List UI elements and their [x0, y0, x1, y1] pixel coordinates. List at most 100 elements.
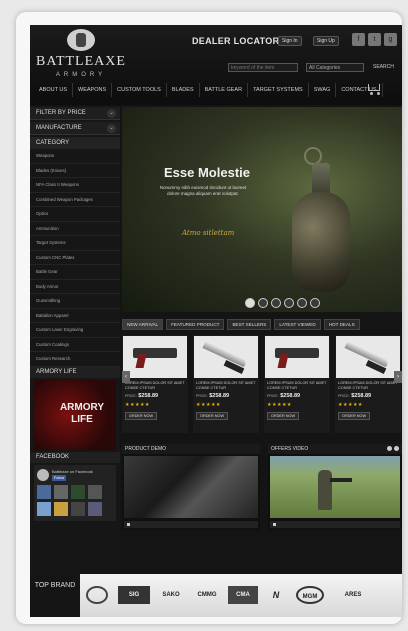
facebook-page-name[interactable]: Battleaxe on Facebook — [52, 469, 93, 474]
facebook-fan-avatar[interactable] — [54, 501, 68, 516]
product-price: PRICE: $258.89 — [267, 393, 300, 399]
nav-item-blades[interactable]: BLADES — [167, 83, 200, 97]
facebook-fan-avatar[interactable] — [71, 501, 85, 516]
slider-dot[interactable] — [271, 298, 281, 308]
category-item-research[interactable]: Custom Research — [30, 352, 120, 367]
pager-dot[interactable] — [387, 446, 392, 451]
search-input[interactable] — [228, 63, 298, 72]
grenade-body — [292, 192, 350, 292]
facebook-fan-avatar[interactable] — [71, 484, 85, 499]
brand-logo-1[interactable] — [86, 586, 108, 604]
brand-logo-cma[interactable]: CMA — [228, 586, 258, 604]
product-price: PRICE: $258.89 — [125, 393, 158, 399]
order-now-button[interactable]: ORDER NOW — [267, 412, 300, 420]
facebook-fan-avatar[interactable] — [54, 484, 68, 499]
nav-item-custom-tools[interactable]: CUSTOM TOOLS — [112, 83, 167, 97]
slider-dot[interactable] — [284, 298, 294, 308]
top-brands-bar: TOP BRAND SIG SAKO CMMG CMA N MGM ARES — [30, 574, 402, 617]
tab-latest-viewed[interactable]: LATEST VIEWED — [274, 319, 321, 330]
facebook-fan-avatar[interactable] — [37, 501, 51, 516]
tab-best-sellers[interactable]: BEST SELLERS — [227, 319, 272, 330]
brand-logo-sako[interactable]: SAKO — [158, 586, 184, 604]
nav-item-battle-gear[interactable]: BATTLE GEAR — [200, 83, 249, 97]
category-item-nfa[interactable]: NFA Class II Weapons — [30, 178, 120, 193]
video-controls[interactable] — [270, 521, 400, 528]
armory-life-banner[interactable]: ARMORY LIFE — [34, 379, 116, 450]
logo[interactable]: BATTLEAXE ARMORY — [36, 29, 126, 83]
nav-item-swag[interactable]: SWAG — [309, 83, 337, 97]
category-item-cnc-plates[interactable]: Custom CNC Plates — [30, 251, 120, 265]
category-item-body-armor[interactable]: Body Armor — [30, 280, 120, 294]
filter-manufacturer[interactable]: MANUFACTURE ⌄ — [30, 122, 120, 135]
product-card[interactable]: LOREM IPSUM DOLOR SIT AMET CONSE CTETUR … — [122, 335, 188, 433]
product-card[interactable]: LOREM IPSUM DOLOR SIT AMET CONSE CTETUR … — [335, 335, 401, 433]
product-name[interactable]: LOREM IPSUM DOLOR SIT AMET CONSE CTETUR — [267, 381, 329, 391]
brand-logo-ares[interactable]: ARES — [336, 586, 370, 604]
tab-hot-deals[interactable]: HOT DEALS — [323, 319, 360, 330]
facebook-fan-avatar[interactable] — [88, 484, 102, 499]
carousel-prev-arrow-icon[interactable]: ‹ — [122, 371, 130, 383]
category-item-apparel[interactable]: Battalion Apparel — [30, 309, 120, 323]
product-image[interactable] — [194, 336, 258, 378]
product-carousel: LOREM IPSUM DOLOR SIT AMET CONSE CTETUR … — [122, 335, 402, 433]
category-item-ammunition[interactable]: Ammunition — [30, 222, 120, 236]
pistol-grip — [135, 354, 147, 368]
hero-slider[interactable]: Esse Molestie Nonummy nibh euismod tinci… — [122, 107, 402, 312]
cart-icon[interactable] — [366, 81, 384, 95]
facebook-fan-avatar[interactable] — [37, 484, 51, 499]
product-card[interactable]: LOREM IPSUM DOLOR SIT AMET CONSE CTETUR … — [193, 335, 259, 433]
slider-dot[interactable] — [245, 298, 255, 308]
filter-by-price-label: FILTER BY PRICE — [36, 110, 86, 116]
order-now-button[interactable]: ORDER NOW — [125, 412, 158, 420]
brand-logo-n[interactable]: N — [266, 586, 286, 604]
twitter-icon[interactable]: t — [368, 33, 381, 46]
slider-dot[interactable] — [258, 298, 268, 308]
category-item-optics[interactable]: Optics — [30, 207, 120, 222]
order-now-button[interactable]: ORDER NOW — [196, 412, 229, 420]
product-name[interactable]: LOREM IPSUM DOLOR SIT AMET CONSE CTETUR — [125, 381, 187, 391]
tab-featured-product[interactable]: FEATURED PRODUCT — [166, 319, 225, 330]
nav-item-about-us[interactable]: ABOUT US — [34, 83, 74, 97]
nav-item-weapons[interactable]: WEAPONS — [73, 83, 113, 97]
facebook-fan-avatar[interactable] — [88, 501, 102, 516]
product-price: PRICE: $258.89 — [338, 393, 371, 399]
category-item-gunsmithing[interactable]: Gunsmithing — [30, 294, 120, 309]
brand-logo-cmmg[interactable]: CMMG — [194, 586, 220, 604]
facebook-follow-button[interactable]: Follow — [52, 474, 67, 481]
category-item-battle-gear[interactable]: Battle Gear — [30, 265, 120, 280]
category-item-combined-packages[interactable]: Combined Weapon Packages — [30, 193, 120, 207]
dealer-locator-link[interactable]: DEALER LOCATOR — [192, 36, 279, 46]
category-item-weapons[interactable]: Weapons — [30, 149, 120, 164]
category-item-blades[interactable]: Blades (Knives) — [30, 164, 120, 178]
product-image[interactable] — [336, 336, 400, 378]
product-name[interactable]: LOREM IPSUM DOLOR SIT AMET CONSE CTETUR — [338, 381, 400, 391]
category-item-target-systems[interactable]: Target Systems — [30, 236, 120, 251]
slider-dot[interactable] — [297, 298, 307, 308]
facebook-icon[interactable]: f — [352, 33, 365, 46]
nav-item-target-systems[interactable]: TARGET SYSTEMS — [248, 83, 309, 97]
brand-logo-mgm[interactable]: MGM — [296, 586, 324, 604]
offers-video[interactable] — [270, 456, 400, 518]
order-now-button[interactable]: ORDER NOW — [338, 412, 371, 420]
carousel-next-arrow-icon[interactable]: › — [394, 371, 402, 383]
video-controls[interactable] — [124, 521, 258, 528]
tab-new-arrival[interactable]: NEW ARRIVAL — [122, 319, 164, 330]
price-label: PRICE: — [125, 394, 137, 398]
sign-in-button[interactable]: Sign In — [278, 36, 302, 46]
google-plus-icon[interactable]: g — [384, 33, 397, 46]
category-item-laser-engraving[interactable]: Custom Laser Engraving — [30, 323, 120, 338]
product-card[interactable]: LOREM IPSUM DOLOR SIT AMET CONSE CTETUR … — [264, 335, 330, 433]
slider-dot[interactable] — [310, 298, 320, 308]
category-item-coatings[interactable]: Custom Coatings — [30, 338, 120, 352]
offers-video-heading: OFFERS VIDEO — [268, 444, 402, 454]
product-demo-video[interactable] — [124, 456, 258, 518]
filter-by-price[interactable]: FILTER BY PRICE ⌄ — [30, 107, 120, 120]
sign-up-button[interactable]: Sign Up — [313, 36, 339, 46]
search-button[interactable]: SEARCH — [373, 64, 394, 70]
brand-logo-sig[interactable]: SIG — [118, 586, 150, 604]
product-image[interactable] — [123, 336, 187, 378]
product-image[interactable] — [265, 336, 329, 378]
category-select[interactable]: All Categories — [306, 63, 364, 72]
product-name[interactable]: LOREM IPSUM DOLOR SIT AMET CONSE CTETUR — [196, 381, 258, 391]
pager-dot[interactable] — [394, 446, 399, 451]
